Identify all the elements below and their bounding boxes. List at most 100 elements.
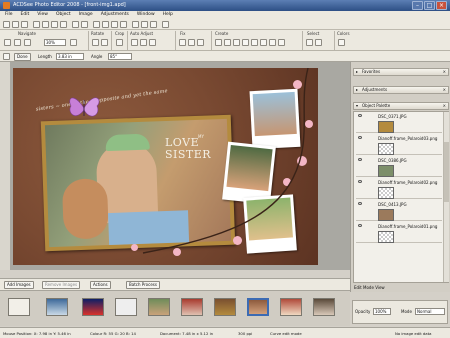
redo-icon[interactable]	[81, 21, 88, 28]
adjustments-panel-header[interactable]: ▸ Adjustments ×	[353, 86, 449, 94]
select-rect-icon[interactable]	[306, 39, 313, 46]
menu-object[interactable]: Object	[56, 11, 71, 19]
close-icon[interactable]: ×	[443, 69, 446, 75]
filmstrip-thumbnail[interactable]	[8, 298, 30, 316]
magnifier-icon[interactable]	[24, 39, 31, 46]
layer-scrollbar[interactable]	[443, 112, 449, 282]
angle-field[interactable]: 85°	[108, 53, 132, 60]
layer-item[interactable]: DSC_0413.JPG	[356, 200, 442, 221]
batch-process-button[interactable]: Batch Process	[126, 281, 160, 289]
minimize-button[interactable]: –	[412, 1, 423, 10]
close-icon[interactable]: ×	[443, 87, 446, 93]
clone-icon[interactable]	[197, 39, 204, 46]
layer-item[interactable]: Dianoff.frame_Polaroid02.png	[356, 178, 442, 199]
auto-levels-icon[interactable]	[131, 39, 138, 46]
pointer-icon[interactable]	[4, 39, 11, 46]
ellipse-icon[interactable]	[260, 39, 267, 46]
close-button[interactable]: ×	[436, 1, 447, 10]
auto-contrast-icon[interactable]	[140, 39, 147, 46]
menu-window[interactable]: Window	[137, 11, 155, 19]
zoom-fit-icon[interactable]	[70, 39, 77, 46]
print-icon[interactable]	[33, 21, 40, 28]
rectangle-icon[interactable]	[251, 39, 258, 46]
filmstrip-thumbnail-selected[interactable]	[247, 298, 269, 316]
eye-icon[interactable]	[358, 224, 362, 227]
eye-icon[interactable]	[358, 114, 362, 117]
eyedropper-icon[interactable]	[338, 39, 345, 46]
new-icon[interactable]	[3, 21, 10, 28]
text-icon[interactable]	[215, 39, 222, 46]
rotate-right-icon[interactable]	[101, 39, 108, 46]
arrange-icon[interactable]	[111, 21, 118, 28]
filmstrip-thumbnail[interactable]	[46, 298, 68, 316]
close-icon[interactable]: ×	[443, 103, 446, 109]
pen-icon[interactable]	[242, 39, 249, 46]
heal-icon[interactable]	[188, 39, 195, 46]
blend-mode-select[interactable]: Normal	[415, 308, 445, 315]
filmstrip-thumbnail[interactable]	[280, 298, 302, 316]
lasso-icon[interactable]	[315, 39, 322, 46]
zoom-out-icon[interactable]	[141, 21, 148, 28]
hand-icon[interactable]	[14, 39, 21, 46]
eye-icon[interactable]	[358, 158, 362, 161]
done-button[interactable]: Done	[14, 53, 31, 61]
menu-image[interactable]: Image	[79, 11, 93, 19]
eye-icon[interactable]	[358, 136, 362, 139]
menu-adjustments[interactable]: Adjustments	[101, 11, 129, 19]
scrollbar-thumb[interactable]	[444, 142, 449, 202]
opacity-field[interactable]: 100%	[373, 308, 391, 315]
undo-icon[interactable]	[72, 21, 79, 28]
tool-groups-bar: Navigate 30% Rotate Crop Auto Adjust Fix…	[0, 30, 450, 79]
length-field[interactable]: 3.83 in	[56, 53, 84, 60]
line-icon[interactable]	[278, 39, 285, 46]
layer-item[interactable]: DSC_0371.JPG	[356, 112, 442, 133]
layer-thumbnail	[378, 143, 394, 155]
menu-view[interactable]: View	[37, 11, 48, 19]
fit-icon[interactable]	[150, 21, 157, 28]
add-images-button[interactable]: Add Images	[4, 281, 34, 289]
layer-icon[interactable]	[102, 21, 109, 28]
filmstrip-thumbnail[interactable]	[313, 298, 335, 316]
layer-item[interactable]: Dianoff.frame_Polaroid03.png	[356, 134, 442, 155]
menu-file[interactable]: File	[5, 11, 13, 19]
menu-help[interactable]: Help	[163, 11, 173, 19]
filmstrip-thumbnail[interactable]	[181, 298, 203, 316]
zoom-level-select[interactable]: 30%	[44, 39, 66, 46]
auto-color-icon[interactable]	[149, 39, 156, 46]
rotate-left-icon[interactable]	[92, 39, 99, 46]
zoom-in-icon[interactable]	[132, 21, 139, 28]
eye-icon[interactable]	[358, 180, 362, 183]
eye-icon[interactable]	[358, 202, 362, 205]
filmstrip-thumbnail[interactable]	[115, 298, 137, 316]
filmstrip-thumbnail[interactable]	[82, 298, 104, 316]
actions-button[interactable]: Actions	[90, 281, 111, 289]
document-size: Document: 7.48 in x 5.12 in	[160, 331, 214, 336]
copy-icon[interactable]	[51, 21, 58, 28]
save-icon[interactable]	[21, 21, 28, 28]
layer-list[interactable]: DSC_0371.JPG Dianoff.frame_Polaroid03.pn…	[353, 111, 449, 283]
favorites-panel-header[interactable]: ▸ Favorites ×	[353, 68, 449, 76]
object-palette-header[interactable]: ▾ Object Palette ×	[353, 102, 449, 110]
layer-name: Dianoff.frame_Polaroid02.png	[378, 180, 438, 185]
paste-icon[interactable]	[60, 21, 67, 28]
layer-item[interactable]: Dianoff.frame_Polaroid01.png	[356, 222, 442, 243]
scrapbook-artwork[interactable]: sisters ~ one of the ~ opposite and yet …	[13, 68, 318, 265]
remove-images-button[interactable]: Remove Images	[42, 281, 81, 289]
cut-icon[interactable]	[42, 21, 49, 28]
brush-icon[interactable]	[233, 39, 240, 46]
filmstrip-thumbnail[interactable]	[214, 298, 236, 316]
menu-edit[interactable]: Edit	[21, 11, 30, 19]
filmstrip-thumbnail[interactable]	[148, 298, 170, 316]
separator	[211, 31, 212, 50]
open-icon[interactable]	[12, 21, 19, 28]
browse-icon[interactable]	[93, 21, 100, 28]
layer-item[interactable]: DSC_0386.JPG	[356, 156, 442, 177]
group-icon[interactable]	[120, 21, 127, 28]
adjustments-label: Adjustments	[362, 87, 388, 92]
heart-icon[interactable]	[269, 39, 276, 46]
help-icon[interactable]	[162, 21, 169, 28]
crop-icon[interactable]	[116, 39, 123, 46]
red-eye-icon[interactable]	[179, 39, 186, 46]
maximize-button[interactable]: □	[424, 1, 435, 10]
shape-icon[interactable]	[224, 39, 231, 46]
